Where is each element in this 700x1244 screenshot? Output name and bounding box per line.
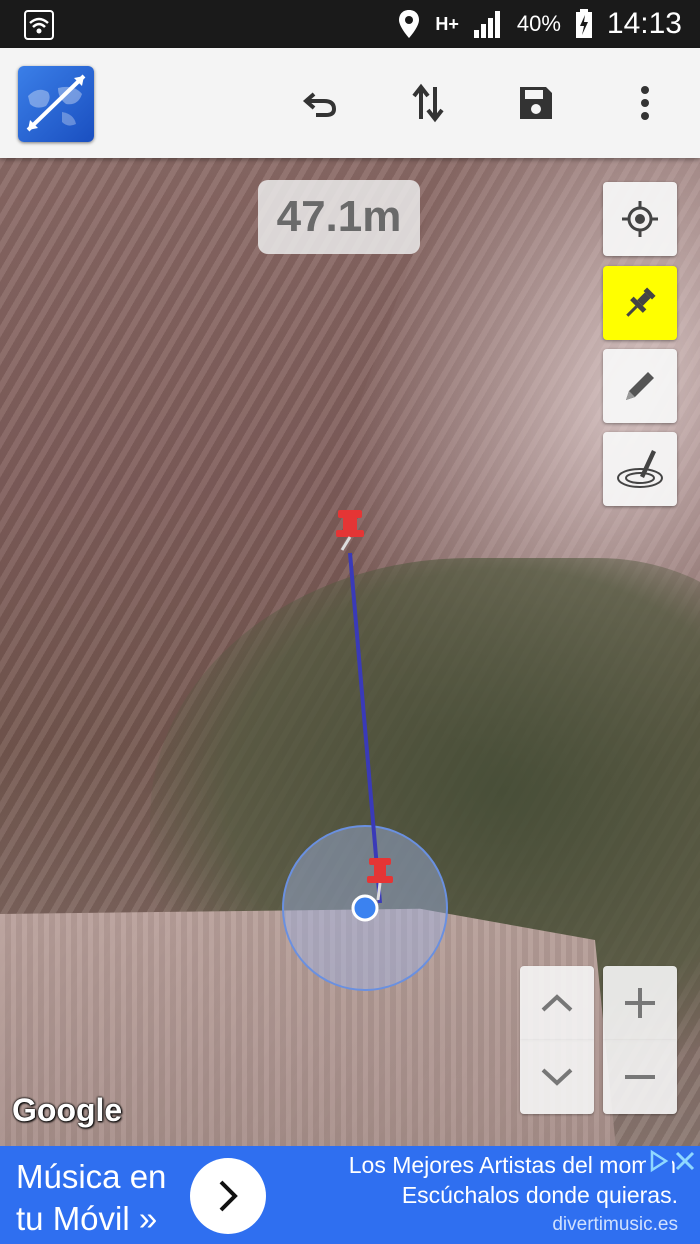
draw-tool-button[interactable] xyxy=(603,349,677,423)
freehand-area-icon xyxy=(617,450,663,488)
more-options-button[interactable] xyxy=(620,78,670,128)
undo-icon xyxy=(302,92,337,117)
app-logo-icon xyxy=(18,66,94,142)
zoom-out-icon xyxy=(625,1075,655,1079)
measurement-overlay xyxy=(282,510,448,991)
map-view[interactable]: 47.1m Google xyxy=(0,158,700,1146)
pan-up-button[interactable] xyxy=(520,966,594,1040)
zoom-in-icon xyxy=(625,988,655,1018)
pin-start-icon xyxy=(336,510,364,551)
network-type: H+ xyxy=(435,14,459,34)
battery-charging-icon xyxy=(575,9,592,38)
wifi-icon xyxy=(24,10,54,40)
zoom-in-button[interactable] xyxy=(603,966,677,1040)
chevron-down-icon xyxy=(541,1068,573,1086)
location-icon xyxy=(399,10,420,38)
ad-open-button[interactable] xyxy=(190,1158,266,1234)
ad-right-panel: Los Mejores Artistas del momen Escúchalo… xyxy=(226,1146,700,1244)
my-location-button[interactable] xyxy=(603,182,677,256)
current-location-dot xyxy=(351,894,379,922)
my-location-icon xyxy=(622,201,658,237)
save-button[interactable] xyxy=(511,78,561,128)
ad-banner[interactable]: Música en tu Móvil » Los Mejores Artista… xyxy=(0,1146,700,1244)
ad-headline: Los Mejores Artistas del momen xyxy=(348,1152,676,1178)
close-icon[interactable] xyxy=(672,1148,698,1174)
swap-button[interactable] xyxy=(403,78,453,128)
status-bar: H+ 40% 14:13 xyxy=(0,0,700,48)
chevron-up-icon xyxy=(541,994,573,1012)
pushpin-icon xyxy=(626,287,656,317)
undo-button[interactable] xyxy=(295,78,345,128)
area-tool-button[interactable] xyxy=(603,432,677,506)
more-vert-icon xyxy=(641,86,649,120)
distance-label: 47.1m xyxy=(258,180,420,254)
swap-vertical-icon xyxy=(412,83,444,123)
save-icon xyxy=(520,87,552,119)
adchoices-icon[interactable] xyxy=(646,1148,672,1174)
ad-subline: Escúchalos donde quieras. xyxy=(401,1182,678,1208)
ad-left-text: Música en tu Móvil » xyxy=(16,1158,167,1237)
google-attribution: Google xyxy=(12,1092,123,1128)
ad-domain: divertimusic.es xyxy=(552,1214,678,1235)
pan-down-button[interactable] xyxy=(520,1040,594,1114)
clock: 14:13 xyxy=(606,7,682,40)
zoom-out-button[interactable] xyxy=(603,1040,677,1114)
pencil-icon xyxy=(626,372,654,400)
signal-icon xyxy=(473,11,500,38)
chevron-right-icon xyxy=(219,1180,238,1212)
pin-tool-button[interactable] xyxy=(603,266,677,340)
battery-percent: 40% xyxy=(516,11,561,36)
app-bar xyxy=(0,48,700,158)
